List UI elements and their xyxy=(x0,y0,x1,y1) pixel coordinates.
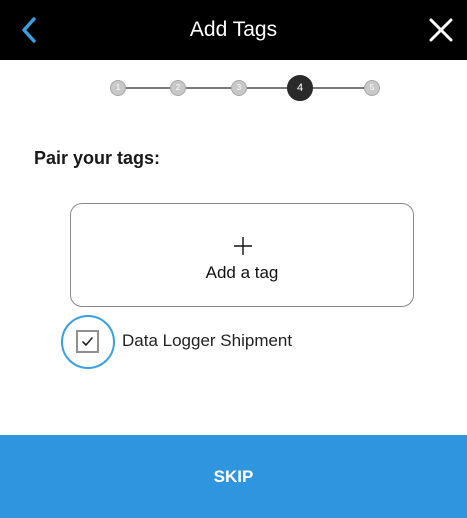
plus-icon xyxy=(234,237,252,255)
step-1: 1 xyxy=(110,80,126,96)
step-5: 5 xyxy=(364,80,380,96)
close-button[interactable] xyxy=(427,16,455,44)
data-logger-checkbox[interactable] xyxy=(76,330,99,353)
section-heading: Pair your tags: xyxy=(34,148,161,168)
step-2: 2 xyxy=(170,80,186,96)
skip-button[interactable]: SKIP xyxy=(0,435,467,518)
step-4-current: 4 xyxy=(287,75,313,101)
add-tag-button[interactable]: Add a tag xyxy=(70,203,414,307)
checkmark-icon xyxy=(82,337,93,346)
top-bar: Add Tags xyxy=(0,0,467,60)
progress-stepper: 1 2 3 4 5 xyxy=(110,72,380,102)
data-logger-label: Data Logger Shipment xyxy=(122,331,293,350)
add-tag-label: Add a tag xyxy=(205,263,279,282)
step-3: 3 xyxy=(231,80,247,96)
close-icon xyxy=(429,18,453,42)
page-title: Add Tags xyxy=(189,18,278,41)
